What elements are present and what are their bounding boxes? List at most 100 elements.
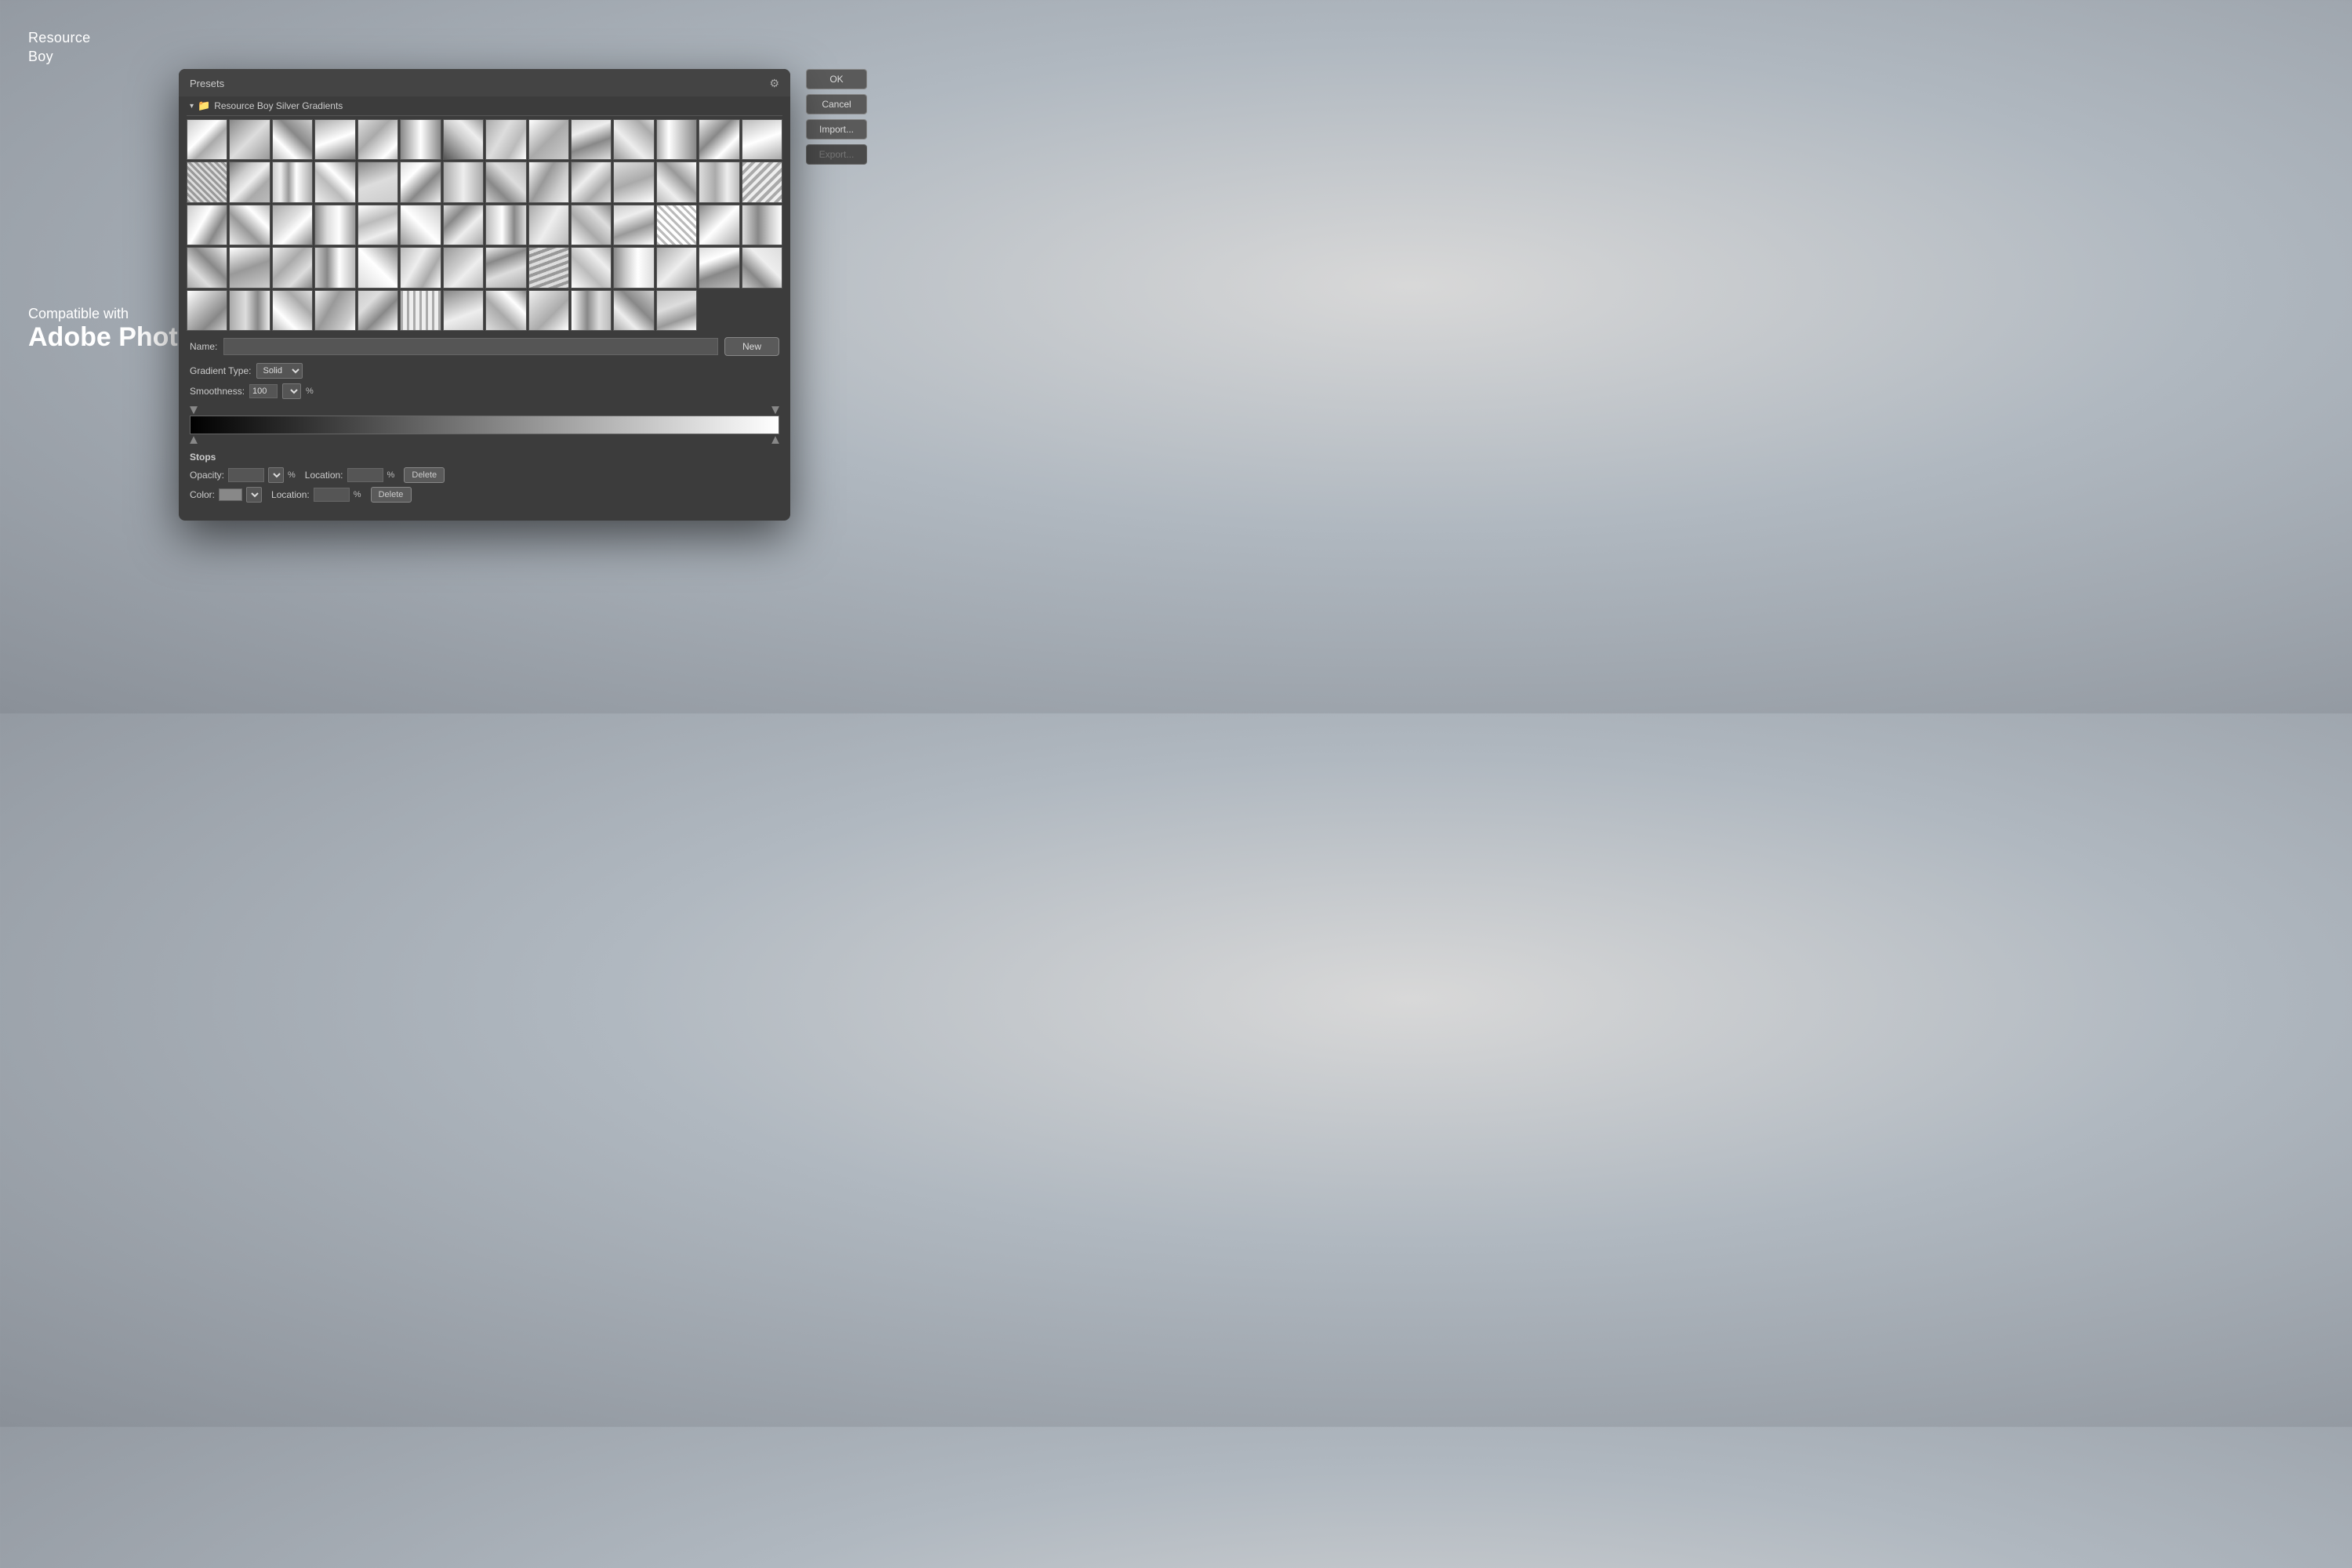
gradient-cell[interactable] [314, 290, 355, 331]
gradient-cell[interactable] [272, 205, 313, 245]
gradient-cell[interactable] [272, 290, 313, 331]
gradient-cell[interactable] [358, 162, 398, 202]
color-stop-left[interactable] [190, 436, 198, 444]
gradient-cell[interactable] [571, 290, 612, 331]
color-delete-button[interactable]: Delete [371, 487, 412, 503]
gradient-cell[interactable] [314, 247, 355, 288]
gradient-cell[interactable] [699, 205, 739, 245]
gradient-cell[interactable] [571, 162, 612, 202]
gradient-bar[interactable] [190, 416, 779, 434]
gradient-cell[interactable] [229, 119, 270, 160]
cancel-button[interactable]: Cancel [806, 94, 867, 114]
folder-icon: 📁 [198, 100, 210, 112]
gradient-cell[interactable] [699, 162, 739, 202]
gradient-cell[interactable] [742, 162, 782, 202]
gradient-cell[interactable] [229, 162, 270, 202]
gradient-cell[interactable] [528, 119, 569, 160]
gradient-cell[interactable] [272, 162, 313, 202]
gradient-cell[interactable] [443, 119, 484, 160]
watermark: Resource Boy [28, 28, 90, 67]
gradient-cell[interactable] [443, 290, 484, 331]
gradient-cell[interactable] [485, 119, 526, 160]
gradient-cell[interactable] [613, 247, 654, 288]
gradient-cell[interactable] [571, 247, 612, 288]
smoothness-row: Smoothness: ▾ % [187, 381, 782, 401]
gradient-cell[interactable] [571, 119, 612, 160]
gradient-cell[interactable] [528, 290, 569, 331]
smoothness-label: Smoothness: [190, 386, 245, 397]
gradient-cell[interactable] [485, 162, 526, 202]
smoothness-input[interactable] [249, 384, 278, 398]
gear-icon[interactable]: ⚙ [769, 77, 779, 90]
gradient-cell[interactable] [400, 247, 441, 288]
gradient-cell[interactable] [314, 119, 355, 160]
gradient-cell[interactable] [656, 162, 697, 202]
gradient-cell[interactable] [742, 205, 782, 245]
gradient-cell[interactable] [314, 205, 355, 245]
gradient-cell[interactable] [613, 119, 654, 160]
opacity-row: Opacity: % Location: % Delete [190, 467, 779, 483]
gradient-cell[interactable] [187, 205, 227, 245]
gradient-cell[interactable] [613, 162, 654, 202]
name-input[interactable] [223, 338, 718, 355]
import-button[interactable]: Import... [806, 119, 867, 140]
gradient-cell[interactable] [358, 119, 398, 160]
gradient-cell[interactable] [358, 247, 398, 288]
gradient-cell[interactable] [272, 247, 313, 288]
opacity-delete-button[interactable]: Delete [404, 467, 445, 483]
gradient-cell[interactable] [400, 162, 441, 202]
gradient-cell[interactable] [187, 247, 227, 288]
gradient-type-select[interactable]: Solid Noise [256, 363, 303, 379]
gradient-cell[interactable] [358, 290, 398, 331]
gradient-cell[interactable] [699, 119, 739, 160]
color-stop-right[interactable] [771, 436, 779, 444]
watermark-line1: Resource [28, 30, 90, 45]
gradient-cell[interactable] [443, 247, 484, 288]
new-button[interactable]: New [724, 337, 779, 356]
color-location-input[interactable] [314, 488, 350, 502]
gradient-cell[interactable] [314, 162, 355, 202]
gradient-cell[interactable] [485, 205, 526, 245]
opacity-location-field: Location: % [305, 468, 394, 482]
gradient-cell[interactable] [229, 205, 270, 245]
gradient-cell[interactable] [528, 162, 569, 202]
gradient-cell[interactable] [400, 290, 441, 331]
gradient-cell[interactable] [699, 247, 739, 288]
gradient-cell[interactable] [528, 205, 569, 245]
opacity-location-input[interactable] [347, 468, 383, 482]
gradient-cell[interactable] [443, 162, 484, 202]
folder-row[interactable]: ▾ 📁 Resource Boy Silver Gradients [187, 96, 782, 116]
gradient-cell[interactable] [400, 205, 441, 245]
chevron-icon: ▾ [190, 102, 194, 111]
gradient-cell[interactable] [358, 205, 398, 245]
gradient-cell[interactable] [187, 119, 227, 160]
color-dropdown[interactable] [246, 487, 262, 503]
gradient-cell[interactable] [229, 247, 270, 288]
gradient-cell[interactable] [571, 205, 612, 245]
gradient-cell[interactable] [485, 247, 526, 288]
opacity-stop-left[interactable] [190, 406, 198, 414]
color-row: Color: Location: % Delete [190, 487, 779, 503]
gradient-cell[interactable] [742, 247, 782, 288]
opacity-stop-right[interactable] [771, 406, 779, 414]
gradient-cell[interactable] [272, 119, 313, 160]
gradient-cell[interactable] [229, 290, 270, 331]
opacity-dropdown[interactable] [268, 467, 284, 483]
gradient-cell[interactable] [613, 290, 654, 331]
gradient-cell[interactable] [656, 247, 697, 288]
gradient-cell[interactable] [656, 205, 697, 245]
gradient-cell[interactable] [742, 119, 782, 160]
gradient-cell[interactable] [443, 205, 484, 245]
ok-button[interactable]: OK [806, 69, 867, 89]
gradient-cell[interactable] [613, 205, 654, 245]
color-swatch[interactable] [219, 488, 242, 501]
opacity-input[interactable] [228, 468, 264, 482]
gradient-cell[interactable] [485, 290, 526, 331]
gradient-cell[interactable] [656, 290, 697, 331]
gradient-cell[interactable] [187, 290, 227, 331]
gradient-cell[interactable] [656, 119, 697, 160]
gradient-cell[interactable] [187, 162, 227, 202]
gradient-cell[interactable] [528, 247, 569, 288]
smoothness-dropdown[interactable]: ▾ [282, 383, 301, 399]
gradient-cell[interactable] [400, 119, 441, 160]
